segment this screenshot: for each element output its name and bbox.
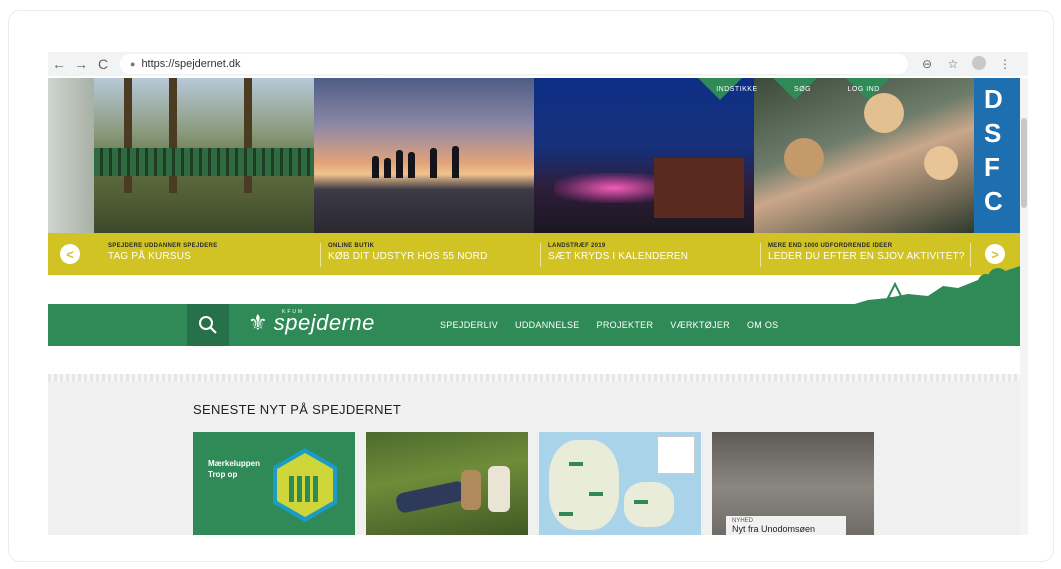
address-bar[interactable]: ● https://spejdernet.dk — [120, 54, 908, 74]
map-pin — [634, 500, 648, 504]
caption-headline: TAG PÅ KURSUS — [108, 251, 191, 262]
news-tile-unodomsoen[interactable]: NYHED Nyt fra Unodomsøen — [712, 432, 874, 535]
silhouette — [452, 146, 459, 178]
caption-category: MERE END 1000 UDFORDRENDE IDEER — [768, 243, 893, 249]
url-text: https://spejdernet.dk — [141, 58, 241, 70]
menu-item-vaerktojer[interactable]: VÆRKTØJER — [670, 320, 730, 330]
map-pin — [569, 462, 583, 466]
news-tile-maerkeluppen[interactable]: Mærkeluppen Trop op — [193, 432, 355, 535]
logo-kfum: KFUM — [282, 309, 305, 315]
silhouette — [408, 152, 415, 178]
child-face — [924, 146, 958, 180]
red-house — [654, 158, 744, 218]
tile-text-line: Mærkeluppen — [208, 459, 261, 468]
caption-category: LANDSTRÆF 2019 — [548, 243, 606, 249]
news-section-title: SENESTE NYT PÅ SPEJDERNET — [193, 402, 402, 417]
map-logo-badge — [657, 436, 695, 474]
carousel-photo-partial-right: D S F C — [974, 78, 1020, 233]
silhouette — [430, 148, 437, 178]
menu-item-om-os[interactable]: OM OS — [747, 320, 779, 330]
zoom-icon[interactable]: ⊖ — [918, 57, 936, 71]
main-menu: SPEJDERLIV UDDANNELSE PROJEKTER VÆRKTØJE… — [440, 304, 779, 346]
tile-headline: Nyt fra Unodomsøen — [732, 524, 816, 534]
silhouette — [384, 158, 391, 178]
carousel-caption-2[interactable]: ONLINE BUTIK KØB DIT UDSTYR HOS 55 NORD — [328, 243, 538, 262]
reload-icon[interactable]: C — [92, 52, 114, 76]
page-viewport: D S F C INDSTIKKE SØG LOG IND < SPEJDERE… — [48, 78, 1020, 535]
carousel-next-button[interactable]: > — [985, 244, 1005, 264]
silhouette — [396, 150, 403, 178]
scrollbar-thumb[interactable] — [1021, 118, 1027, 208]
caption-headline: LEDER DU EFTER EN SJOV AKTIVITET? — [768, 251, 965, 262]
site-logo[interactable]: ⚜ KFUM spejderne — [248, 309, 375, 336]
carousel-photo-kids-crafting[interactable] — [754, 78, 974, 233]
hero-carousel: D S F C INDSTIKKE SØG LOG IND < SPEJDERE… — [48, 78, 1020, 275]
nav-search-button[interactable] — [187, 304, 229, 346]
map-pin — [559, 512, 573, 516]
caption-headline: SÆT KRYDS I KALENDEREN — [548, 251, 689, 262]
main-navbar: ⚜ KFUM spejderne SPEJDERLIV UDDANNELSE P… — [48, 304, 1020, 346]
carousel-photo-beach-sunset[interactable] — [314, 78, 534, 233]
scout-camp-illustration — [848, 266, 1020, 306]
header-top-links: INDSTIKKE SØG LOG IND — [698, 78, 898, 100]
caption-headline: KØB DIT UDSTYR HOS 55 NORD — [328, 251, 488, 262]
browser-toolbar: ← → C ● https://spejdernet.dk ⊖ ☆ ⋮ — [48, 52, 1028, 76]
top-link-login[interactable]: LOG IND — [847, 86, 879, 93]
lily-icon: ⚜ — [248, 310, 268, 335]
top-link-search[interactable]: SØG — [794, 86, 811, 93]
caption-divider — [320, 243, 321, 267]
news-tile-map[interactable] — [539, 432, 701, 535]
map-pin — [589, 492, 603, 496]
caption-category: SPEJDERE UDDANNER SPEJDERE — [108, 243, 218, 249]
tile-text: Mærkeluppen Trop op — [208, 458, 260, 480]
star-icon[interactable]: ☆ — [944, 57, 962, 71]
scout-group — [94, 148, 314, 176]
search-icon — [199, 316, 217, 334]
tile-label: NYHED Nyt fra Unodomsøen — [726, 516, 846, 535]
silhouette — [372, 156, 379, 178]
person-sitting — [461, 470, 481, 510]
partial-banner-text: D S F C — [984, 84, 1003, 216]
page-scrollbar[interactable] — [1020, 78, 1028, 535]
back-icon[interactable]: ← — [48, 52, 70, 76]
map-land — [549, 440, 619, 530]
top-link-insider[interactable]: INDSTIKKE — [716, 86, 757, 93]
menu-item-projekter[interactable]: PROJEKTER — [597, 320, 654, 330]
news-tile-grass-photo[interactable] — [366, 432, 528, 535]
carousel-prev-button[interactable]: < — [60, 244, 80, 264]
forward-icon[interactable]: → — [70, 52, 92, 76]
person-lying — [394, 479, 468, 515]
profile-avatar[interactable] — [970, 55, 988, 73]
tile-text-line: Trop op — [208, 470, 238, 479]
section-divider — [48, 374, 1020, 382]
lock-icon: ● — [130, 59, 136, 69]
carousel-photo-night-house[interactable] — [534, 78, 754, 233]
map-land — [624, 482, 674, 527]
caption-divider — [540, 243, 541, 267]
carousel-caption-3[interactable]: LANDSTRÆF 2019 SÆT KRYDS I KALENDEREN — [548, 243, 758, 262]
people-icon — [289, 476, 321, 502]
menu-item-uddannelse[interactable]: UDDANNELSE — [515, 320, 580, 330]
browser-menu-icon[interactable]: ⋮ — [996, 57, 1014, 71]
menu-item-spejderliv[interactable]: SPEJDERLIV — [440, 320, 498, 330]
person-sitting — [488, 466, 510, 512]
caption-category: ONLINE BUTIK — [328, 243, 375, 249]
carousel-photo-forest-group[interactable] — [94, 78, 314, 233]
carousel-caption-1[interactable]: SPEJDERE UDDANNER SPEJDERE TAG PÅ KURSUS — [108, 243, 318, 262]
caption-divider — [760, 243, 761, 267]
child-head — [784, 138, 824, 178]
news-section: SENESTE NYT PÅ SPEJDERNET Mærkeluppen Tr… — [48, 382, 1020, 535]
carousel-caption-4[interactable]: MERE END 1000 UDFORDRENDE IDEER LEDER DU… — [768, 243, 978, 262]
carousel-photo-partial-left — [48, 78, 94, 233]
